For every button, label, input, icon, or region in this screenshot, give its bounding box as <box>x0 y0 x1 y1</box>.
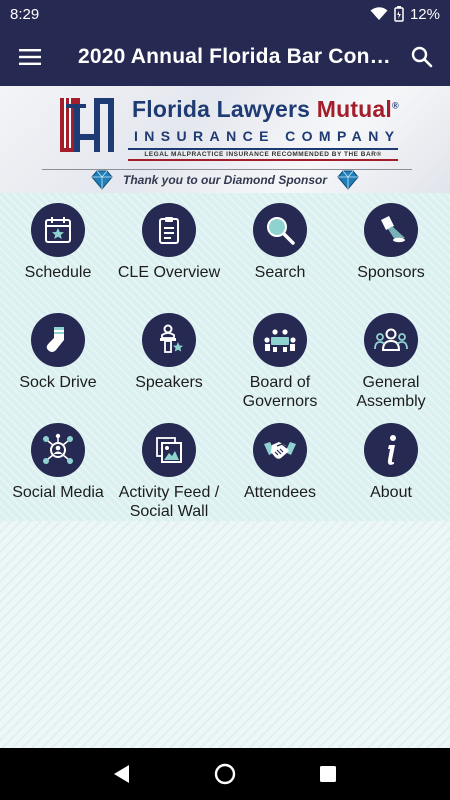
search-icon <box>411 46 433 68</box>
photo-gallery-icon <box>156 437 182 463</box>
sock-icon <box>46 327 64 352</box>
tile-label: Sock Drive <box>19 374 97 391</box>
battery-level: 12% <box>409 5 440 23</box>
tile-label: Board of Governors <box>242 374 318 410</box>
tile-label: Search <box>254 264 306 281</box>
clipboard-icon <box>159 217 179 244</box>
battery-icon <box>394 6 404 22</box>
recents-button[interactable] <box>313 759 343 789</box>
wifi-icon <box>370 7 388 20</box>
home-icon <box>214 763 236 785</box>
status-time: 8:29 <box>10 5 40 23</box>
tile-label: About <box>370 484 412 501</box>
tile-board-of-governors[interactable]: Board of Governors <box>224 303 336 411</box>
tile-about[interactable]: About <box>335 413 447 502</box>
hamburger-icon <box>19 49 41 65</box>
tile-icon-bg <box>364 313 418 367</box>
flm-logo <box>60 98 114 152</box>
divider <box>42 169 412 170</box>
tile-icon-bg <box>31 423 85 477</box>
network-icon <box>43 433 73 464</box>
page-title: 2020 Annual Florida Bar Con… <box>78 45 391 68</box>
magnifier-icon <box>267 217 295 245</box>
calendar-star-icon <box>45 217 71 243</box>
tile-icon-bg <box>142 423 196 477</box>
tile-icon-bg <box>253 313 307 367</box>
system-nav-bar <box>0 748 450 800</box>
tile-icon-bg <box>364 423 418 477</box>
brand-name-part1: Florida Lawyers <box>132 96 317 122</box>
tile-icon-bg <box>31 203 85 257</box>
tile-schedule[interactable]: Schedule <box>2 193 114 282</box>
tile-label: Speakers <box>135 374 203 391</box>
back-button[interactable] <box>107 759 137 789</box>
brand-tagline: LEGAL MALPRACTICE INSURANCE RECOMMENDED … <box>128 148 398 161</box>
tile-label: Attendees <box>243 484 317 501</box>
search-button[interactable] <box>394 28 450 86</box>
tile-cle-overview[interactable]: CLE Overview <box>113 193 225 282</box>
tile-icon-bg <box>142 203 196 257</box>
app-bar: 2020 Annual Florida Bar Con… <box>0 28 450 86</box>
brand-name: Florida Lawyers Mutual® <box>132 96 399 123</box>
status-icons: 12% <box>370 6 440 23</box>
recents-icon <box>320 766 337 782</box>
status-bar: 8:29 12% <box>0 0 450 28</box>
menu-grid: Schedule CLE Overview Search Sponsors So… <box>0 193 450 521</box>
brand-name-part2: Mutual <box>316 96 393 122</box>
tile-label: Activity Feed / Social Wall <box>118 484 220 520</box>
sponsor-banner[interactable]: Florida Lawyers Mutual® INSURANCE COMPAN… <box>0 86 450 193</box>
info-icon <box>387 435 396 465</box>
brand-subtitle: INSURANCE COMPANY <box>134 128 401 144</box>
background-area <box>0 521 450 748</box>
tile-sock-drive[interactable]: Sock Drive <box>2 303 114 392</box>
tile-label: Social Media <box>12 484 104 501</box>
tile-icon-bg <box>364 203 418 257</box>
handshake-icon <box>264 442 296 459</box>
tile-label: Schedule <box>24 264 92 281</box>
tile-icon-bg <box>253 423 307 477</box>
tile-label: General Assembly <box>356 374 426 410</box>
spotlight-icon <box>381 216 405 243</box>
menu-button[interactable] <box>0 28 60 86</box>
tile-general-assembly[interactable]: General Assembly <box>335 303 447 411</box>
tile-sponsors[interactable]: Sponsors <box>335 193 447 282</box>
tile-activity-feed[interactable]: Activity Feed / Social Wall <box>113 413 225 521</box>
tile-icon-bg <box>31 313 85 367</box>
tile-label: CLE Overview <box>117 264 221 281</box>
back-icon <box>113 765 129 783</box>
tile-attendees[interactable]: Attendees <box>224 413 336 502</box>
tile-label: Sponsors <box>357 264 425 281</box>
podium-speaker-icon <box>160 324 183 353</box>
tile-search[interactable]: Search <box>224 193 336 282</box>
tile-social-media[interactable]: Social Media <box>2 413 114 502</box>
tile-icon-bg <box>253 203 307 257</box>
tile-icon-bg <box>142 313 196 367</box>
group-icon <box>374 328 408 351</box>
home-button[interactable] <box>210 759 240 789</box>
diamond-icon <box>337 170 359 190</box>
sponsor-thanks: Thank you to our Diamond Sponsor <box>123 173 327 187</box>
registered-mark: ® <box>392 100 399 111</box>
boardroom-icon <box>264 329 296 352</box>
tile-speakers[interactable]: Speakers <box>113 303 225 392</box>
